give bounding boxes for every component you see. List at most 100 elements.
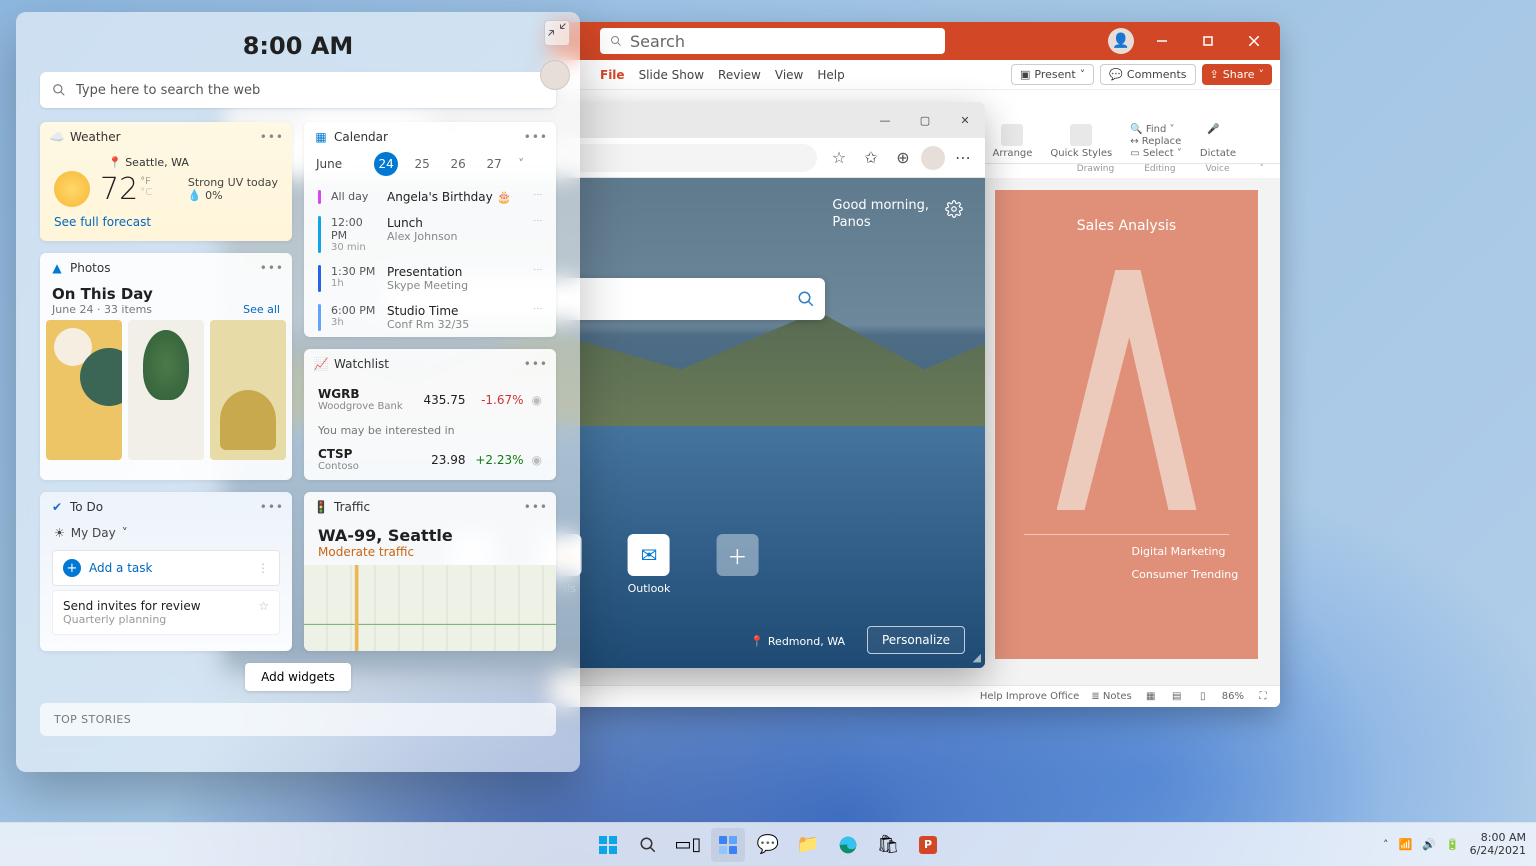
- taskbar-clock[interactable]: 8:00 AM6/24/2021: [1470, 832, 1526, 856]
- store-icon[interactable]: 🛍: [871, 828, 905, 862]
- photos-widget[interactable]: ▲Photos ••• On This Day June 24 · 33 ite…: [40, 253, 292, 480]
- edge-minimize-button[interactable]: —: [865, 102, 905, 138]
- volume-icon[interactable]: 🔊: [1422, 838, 1436, 851]
- quick-link-add[interactable]: ＋: [716, 534, 758, 595]
- ntp-settings-icon[interactable]: [945, 200, 963, 218]
- ribbon-collapse-icon[interactable]: ˄: [1260, 164, 1265, 174]
- fit-window-icon[interactable]: ⛶: [1256, 690, 1270, 704]
- weather-widget[interactable]: ☁️Weather ••• 📍 Seattle, WA 72 °F°C Stro…: [40, 122, 292, 241]
- favorites-icon[interactable]: ✩: [857, 144, 885, 172]
- ribbon-tab-help[interactable]: Help: [817, 68, 844, 82]
- ribbon-tab-slideshow[interactable]: Slide Show: [639, 68, 704, 82]
- ribbon-tab-view[interactable]: View: [775, 68, 803, 82]
- start-button[interactable]: [591, 828, 625, 862]
- watchlist-row[interactable]: CTSPContoso 23.98 +2.23% ◉: [304, 439, 556, 480]
- top-stories-header: TOP STORIES: [40, 703, 556, 736]
- event-more-icon[interactable]: ⋮: [532, 265, 542, 274]
- edge-profile-avatar[interactable]: [921, 146, 945, 170]
- edge-close-button[interactable]: ✕: [945, 102, 985, 138]
- ribbon-tab-review[interactable]: Review: [718, 68, 761, 82]
- todo-widget[interactable]: ✔To Do ••• ☀ My Day ˅ +Add a task⋮ ☆ Sen…: [40, 492, 292, 651]
- expand-widgets-icon[interactable]: [544, 20, 570, 46]
- photo-thumbnail[interactable]: [46, 320, 122, 460]
- widget-more-icon[interactable]: •••: [260, 261, 284, 275]
- powerpoint-ribbon-tabs: File Slide Show Review View Help ▣ Prese…: [550, 60, 1280, 90]
- watchlist-row[interactable]: WGRBWoodgrove Bank 435.75 -1.67% ◉: [304, 379, 556, 420]
- widget-more-icon[interactable]: •••: [260, 130, 284, 144]
- calendar-event[interactable]: All dayAngela's Birthday 🎂⋮: [304, 184, 556, 210]
- ribbon-find[interactable]: 🔍 Find ˅: [1130, 124, 1174, 135]
- calendar-day[interactable]: 27: [482, 152, 506, 176]
- calendar-event[interactable]: 12:00 PM30 minLunchAlex Johnson⋮: [304, 210, 556, 259]
- more-icon[interactable]: ⋮: [257, 561, 269, 575]
- edge-menu-icon[interactable]: ⋯: [949, 144, 977, 172]
- edge-maximize-button[interactable]: ▢: [905, 102, 945, 138]
- widget-more-icon[interactable]: •••: [524, 500, 548, 514]
- share-button[interactable]: ⇪ Share ˅: [1202, 64, 1272, 85]
- wifi-icon[interactable]: 📶: [1398, 838, 1412, 851]
- event-more-icon[interactable]: ⋮: [532, 190, 542, 199]
- minimize-button[interactable]: [1144, 22, 1180, 60]
- widget-more-icon[interactable]: •••: [524, 357, 548, 371]
- todo-item[interactable]: ☆ Send invites for review Quarterly plan…: [52, 590, 280, 635]
- battery-icon[interactable]: 🔋: [1446, 838, 1460, 851]
- close-button[interactable]: [1236, 22, 1272, 60]
- collections-icon[interactable]: ⊕: [889, 144, 917, 172]
- see-all-link[interactable]: See all: [243, 303, 280, 316]
- ribbon-quick-styles[interactable]: Quick Styles: [1050, 124, 1112, 159]
- widgets-profile-avatar[interactable]: [540, 60, 570, 90]
- calendar-event[interactable]: 6:00 PM3hStudio TimeConf Rm 32/35⋮: [304, 298, 556, 337]
- widget-more-icon[interactable]: •••: [524, 130, 548, 144]
- ribbon-replace[interactable]: ↔ Replace: [1130, 136, 1181, 147]
- add-widgets-button[interactable]: Add widgets: [245, 663, 351, 691]
- reading-view-icon[interactable]: ▯: [1196, 690, 1210, 704]
- task-view-icon[interactable]: ▭▯: [671, 828, 705, 862]
- widgets-search[interactable]: Type here to search the web: [40, 72, 556, 108]
- zoom-level[interactable]: 86%: [1222, 691, 1244, 702]
- personalize-button[interactable]: Personalize: [867, 626, 965, 654]
- slide[interactable]: Sales Analysis Digital Marketing Consume…: [995, 190, 1258, 659]
- ntp-location[interactable]: 📍 Redmond, WA: [750, 635, 845, 648]
- calendar-day[interactable]: 25: [410, 152, 434, 176]
- maximize-button[interactable]: [1190, 22, 1226, 60]
- event-more-icon[interactable]: ⋮: [532, 304, 542, 313]
- star-icon[interactable]: ☆: [258, 599, 269, 613]
- notes-toggle[interactable]: ≣ Notes: [1091, 691, 1131, 702]
- traffic-widget[interactable]: 🚦Traffic ••• WA-99, Seattle Moderate tra…: [304, 492, 556, 651]
- powerpoint-search[interactable]: Search: [600, 28, 945, 54]
- sorter-view-icon[interactable]: ▤: [1170, 690, 1184, 704]
- normal-view-icon[interactable]: ▦: [1144, 690, 1158, 704]
- comments-button[interactable]: 💬 Comments: [1100, 64, 1195, 85]
- my-day-dropdown[interactable]: ☀ My Day ˅: [40, 522, 292, 546]
- edge-icon[interactable]: [831, 828, 865, 862]
- ribbon-arrange[interactable]: Arrange: [993, 124, 1033, 159]
- calendar-day-selected[interactable]: 24: [374, 152, 398, 176]
- widgets-icon[interactable]: [711, 828, 745, 862]
- calendar-widget[interactable]: ▦Calendar ••• June 24 25 26 27 ˅ All day…: [304, 122, 556, 337]
- calendar-event[interactable]: 1:30 PM1hPresentationSkype Meeting⋮: [304, 259, 556, 298]
- chat-icon[interactable]: 💬: [751, 828, 785, 862]
- ribbon-dictate[interactable]: 🎤Dictate: [1200, 124, 1236, 159]
- taskbar-search-icon[interactable]: [631, 828, 665, 862]
- traffic-map[interactable]: [304, 565, 556, 651]
- photo-thumbnail[interactable]: [210, 320, 286, 460]
- chevron-down-icon[interactable]: ˅: [518, 157, 524, 171]
- powerpoint-icon[interactable]: P: [911, 828, 945, 862]
- watchlist-widget[interactable]: 📈Watchlist ••• WGRBWoodgrove Bank 435.75…: [304, 349, 556, 480]
- photo-thumbnail[interactable]: [128, 320, 204, 460]
- widget-more-icon[interactable]: •••: [260, 500, 284, 514]
- resize-grip-icon[interactable]: ◢: [973, 651, 981, 664]
- see-forecast-link[interactable]: See full forecast: [54, 207, 278, 231]
- user-avatar[interactable]: 👤: [1108, 28, 1134, 54]
- present-button[interactable]: ▣ Present ˅: [1011, 64, 1094, 85]
- ribbon-tab-file[interactable]: File: [600, 68, 625, 82]
- help-improve-link[interactable]: Help Improve Office: [980, 691, 1079, 702]
- calendar-day[interactable]: 26: [446, 152, 470, 176]
- file-explorer-icon[interactable]: 📁: [791, 828, 825, 862]
- quick-link-outlook[interactable]: ✉ Outlook: [628, 534, 671, 595]
- tray-chevron-icon[interactable]: ˄: [1383, 838, 1389, 851]
- ribbon-select[interactable]: ▭ Select ˅: [1130, 148, 1182, 159]
- add-task-button[interactable]: +Add a task⋮: [52, 550, 280, 586]
- event-more-icon[interactable]: ⋮: [532, 216, 542, 225]
- read-aloud-icon[interactable]: ☆: [825, 144, 853, 172]
